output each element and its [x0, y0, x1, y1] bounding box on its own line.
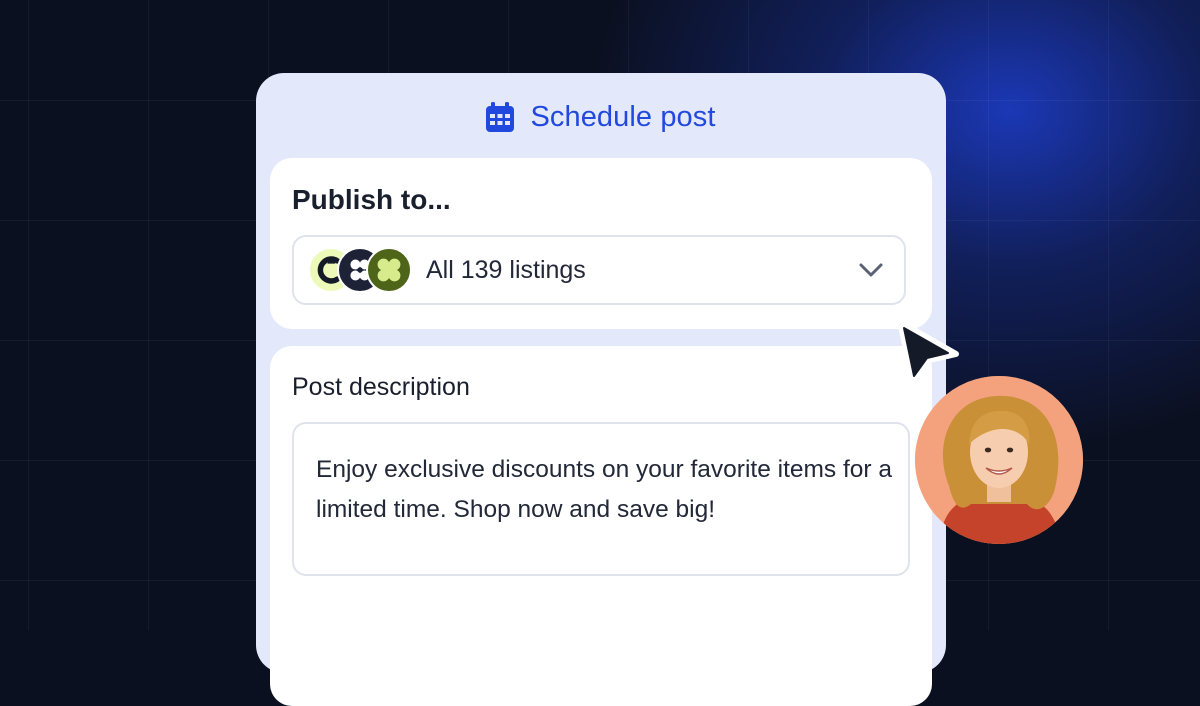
listing-logo-3 [366, 247, 412, 293]
chevron-down-icon[interactable] [858, 261, 884, 279]
mouse-pointer-icon [897, 319, 959, 387]
listing-avatars [308, 246, 418, 294]
publish-label: Publish to... [292, 184, 451, 215]
post-description-textarea[interactable]: Enjoy exclusive discounts on your favori… [292, 422, 910, 576]
calendar-icon [486, 102, 515, 132]
schedule-post-panel: Schedule post Publish to... All 139 list… [256, 73, 946, 706]
panel-header: Schedule post [256, 97, 946, 137]
user-avatar [915, 376, 1083, 544]
panel-title: Schedule post [530, 100, 716, 133]
listings-select[interactable]: All 139 listings [292, 235, 906, 305]
selected-listings: All 139 listings [426, 255, 586, 284]
publish-card: Publish to... All 139 listings [270, 158, 932, 329]
description-card: Post description Enjoy exclusive discoun… [270, 346, 932, 706]
description-label: Post description [292, 373, 470, 401]
